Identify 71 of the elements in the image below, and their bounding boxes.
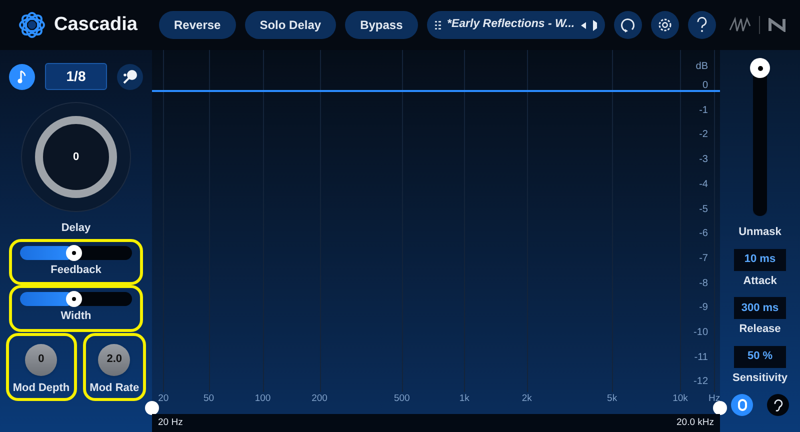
field-label: Release	[739, 322, 781, 337]
frequency-tick: 1k	[459, 392, 470, 406]
toggle-button[interactable]: Solo Delay	[244, 11, 336, 39]
app-title: Cascadia	[54, 12, 138, 37]
db-tick: -2	[699, 128, 708, 142]
power-button[interactable]	[731, 394, 753, 416]
db-tick: -6	[699, 227, 708, 242]
preset-name: *Early Reflections - W...	[447, 17, 575, 32]
list-icon[interactable]	[434, 20, 441, 30]
db-tick: -5	[699, 202, 708, 216]
db-tick: -3	[699, 153, 708, 168]
music-note-icon	[17, 70, 27, 84]
db-tick: -7	[699, 252, 708, 266]
frequency-tick: 200	[312, 392, 328, 406]
value-field[interactable]: 300 ms	[734, 297, 786, 319]
high-frequency-value: 20.0 kHz	[676, 416, 714, 430]
refresh-icon	[620, 17, 636, 33]
knob[interactable]: 0	[25, 344, 58, 376]
knob-label: Delay	[61, 221, 91, 236]
waveform-logo-icon	[729, 16, 751, 34]
settings-button[interactable]	[650, 11, 679, 39]
slider-thumb[interactable]	[66, 244, 82, 260]
listen-button[interactable]	[767, 394, 789, 416]
high-frequency-handle[interactable]	[713, 401, 727, 415]
frequency-tick: 2k	[522, 392, 532, 406]
flower-logo-icon	[18, 11, 46, 39]
db-unit: dB	[696, 60, 708, 74]
value-field[interactable]: 10 ms	[734, 248, 786, 270]
ear-icon	[773, 398, 783, 412]
refresh-button[interactable]	[614, 11, 642, 39]
frequency-tick: 50	[204, 392, 214, 406]
db-tick: -12	[694, 375, 708, 390]
field-label: Sensitivity	[732, 370, 788, 386]
knob-label: Mod Rate	[90, 380, 140, 396]
ping-pong-button[interactable]	[117, 64, 143, 90]
db-tick: -4	[699, 178, 708, 192]
slider-label: Width	[60, 309, 92, 324]
paddle-icon	[122, 68, 138, 84]
delay-knob[interactable]: 0	[21, 102, 131, 212]
frequency-tick: 5k	[607, 392, 618, 406]
frequency-tick: 20	[158, 392, 169, 406]
frequency-tick: Hz	[708, 392, 720, 406]
help-icon	[696, 17, 708, 33]
db-tick: -1	[699, 104, 708, 118]
slider-label: Feedback	[50, 262, 102, 278]
frequency-tick: 100	[254, 392, 271, 406]
frequency-tick: 500	[394, 392, 410, 406]
help-button[interactable]	[688, 11, 716, 39]
db-tick: 0	[702, 79, 708, 93]
preset-selector[interactable]: *Early Reflections - W...	[426, 11, 605, 39]
toggle-button[interactable]: Reverse	[159, 11, 236, 39]
next-icon[interactable]	[592, 20, 597, 30]
value-field[interactable]: 50 %	[734, 346, 786, 368]
knob[interactable]: 2.0	[98, 344, 130, 376]
unmask-slider-thumb[interactable]	[750, 58, 770, 78]
brand-logo-icon	[768, 18, 786, 32]
sync-button[interactable]	[9, 64, 35, 90]
toggle-button[interactable]: Bypass	[345, 11, 418, 39]
db-tick: -11	[694, 350, 708, 365]
knob-label: Mod Depth	[12, 380, 70, 396]
db-tick: -9	[699, 301, 708, 316]
power-icon	[738, 399, 746, 411]
low-frequency-value: 20 Hz	[158, 416, 183, 430]
field-label: Attack	[743, 274, 777, 288]
previous-icon[interactable]	[580, 20, 586, 30]
frequency-tick: 10k	[672, 392, 688, 406]
db-tick: -10	[694, 326, 708, 340]
slider-label: Unmask	[738, 225, 782, 240]
slider-thumb[interactable]	[66, 291, 82, 307]
division-field[interactable]: 1/8	[45, 63, 107, 90]
db-tick: -8	[699, 276, 708, 291]
